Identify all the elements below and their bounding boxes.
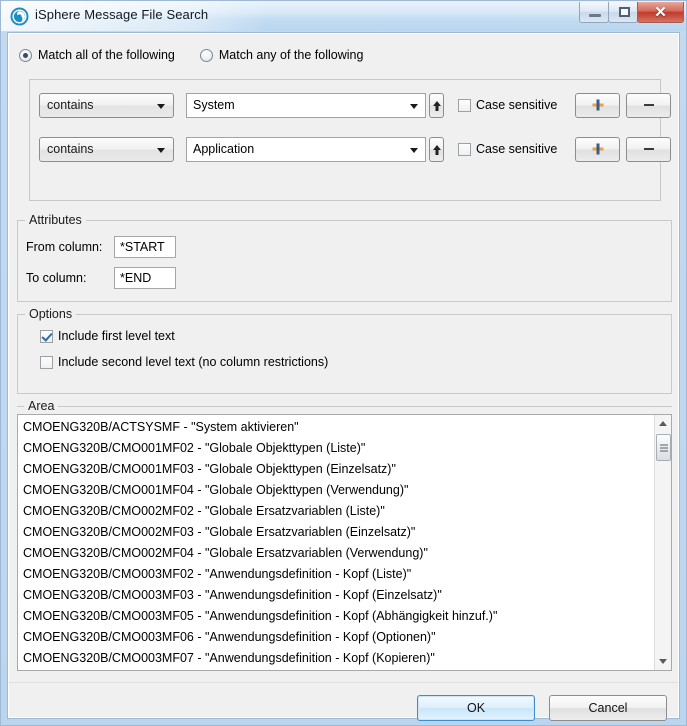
dialog-button-bar: OK Cancel <box>403 695 667 721</box>
criteria-row-1: contains System Case sensitive <box>39 92 672 118</box>
triangle-up-icon <box>659 421 667 426</box>
list-item[interactable]: CMOENG320B/CMO001MF04 - "Globale Objektt… <box>21 480 654 501</box>
include-second-level-text-checkbox-box <box>40 355 53 369</box>
case-sensitive-checkbox-2[interactable]: Case sensitive <box>458 142 557 156</box>
plus-icon <box>592 143 604 155</box>
list-item[interactable]: CMOENG320B/CMO001MF02 - "Globale Objektt… <box>21 438 654 459</box>
caption-button-group: ✕ <box>579 2 684 23</box>
maximize-icon <box>619 7 630 17</box>
scroll-up-button[interactable] <box>655 415 671 432</box>
grip-icon <box>659 444 668 451</box>
title-bar[interactable]: iSphere Message File Search ✕ <box>1 1 686 31</box>
from-column-row: From column: *START <box>26 236 176 258</box>
arrow-up-stem <box>435 105 438 111</box>
radio-match-all[interactable]: Match all of the following <box>19 48 175 62</box>
include-second-level-text-label: Include second level text (no column res… <box>58 355 329 369</box>
criteria-row-2: contains Application Case sensitive <box>39 136 672 162</box>
from-column-value: *START <box>120 240 165 254</box>
to-column-value: *END <box>120 271 152 285</box>
add-criteria-button-1[interactable] <box>575 92 621 118</box>
minus-icon <box>643 104 654 106</box>
list-item[interactable]: CMOENG320B/CMO002MF02 - "Globale Ersatzv… <box>21 501 654 522</box>
radio-match-any-label: Match any of the following <box>218 48 364 62</box>
include-first-level-text-checkbox[interactable]: Include first level text <box>40 329 175 343</box>
list-item[interactable]: CMOENG320B/CMO002MF03 - "Globale Ersatzv… <box>21 522 654 543</box>
to-column-label: To column: <box>26 271 87 285</box>
search-value-combo-2[interactable]: Application <box>186 136 426 162</box>
list-item[interactable]: CMOENG320B/CMO003MF02 - "Anwendungsdefin… <box>21 564 654 585</box>
options-group-legend: Options <box>25 307 77 321</box>
ok-button[interactable]: OK <box>417 695 535 721</box>
add-criteria-button-2[interactable] <box>575 136 621 162</box>
case-sensitive-checkbox-2-box <box>458 142 471 156</box>
option-second-level-row: Include second level text (no column res… <box>26 355 328 369</box>
dialog-client-area: Match all of the following Match any of … <box>8 33 679 721</box>
to-column-input[interactable]: *END <box>114 267 176 289</box>
attributes-group: Attributes From column: *START To column… <box>17 213 672 302</box>
operator-combo-2-value: contains <box>47 141 94 156</box>
list-item[interactable]: CMOENG320B/CMO002MF04 - "Globale Ersatzv… <box>21 543 654 564</box>
minimize-button[interactable] <box>579 2 609 23</box>
close-button[interactable]: ✕ <box>637 2 684 23</box>
area-list-scrollbar[interactable] <box>654 415 671 670</box>
case-sensitive-checkbox-2-label: Case sensitive <box>476 142 558 156</box>
chevron-down-icon <box>410 103 418 109</box>
remove-criteria-button-2[interactable] <box>626 136 672 162</box>
search-value-combo-1[interactable]: System <box>186 92 426 118</box>
insert-variable-button-2[interactable] <box>429 136 444 162</box>
area-group-legend: Area <box>24 399 59 413</box>
operator-combo-2[interactable]: contains <box>39 136 174 162</box>
radio-match-any[interactable]: Match any of the following <box>199 48 364 62</box>
area-list[interactable]: CMOENG320B/ACTSYSMF - "System aktivieren… <box>17 414 672 671</box>
maximize-button[interactable] <box>608 2 638 23</box>
area-list-items: CMOENG320B/ACTSYSMF - "System aktivieren… <box>18 415 654 669</box>
cancel-button[interactable]: Cancel <box>549 695 667 721</box>
triangle-down-icon <box>659 659 667 664</box>
radio-match-all-label: Match all of the following <box>38 48 175 62</box>
arrow-up-stem <box>435 149 438 155</box>
attributes-group-legend: Attributes <box>25 213 86 227</box>
case-sensitive-checkbox-1-label: Case sensitive <box>476 98 558 112</box>
list-item[interactable]: CMOENG320B/CMO003MF06 - "Anwendungsdefin… <box>21 627 654 648</box>
option-first-level-row: Include first level text <box>26 329 175 343</box>
footer-separator <box>9 682 678 683</box>
plus-icon <box>592 99 604 111</box>
isphere-logo-icon <box>10 7 29 26</box>
to-column-row: To column: *END <box>26 267 176 289</box>
insert-variable-button-1[interactable] <box>429 92 444 118</box>
list-item[interactable]: CMOENG320B/ACTSYSMF - "System aktivieren… <box>21 417 654 438</box>
from-column-input[interactable]: *START <box>114 236 176 258</box>
operator-combo-1-value: contains <box>47 97 94 112</box>
include-second-level-text-checkbox[interactable]: Include second level text (no column res… <box>40 355 328 369</box>
remove-criteria-button-1[interactable] <box>626 92 672 118</box>
chevron-down-icon <box>157 147 165 153</box>
list-item[interactable]: CMOENG320B/CMO001MF03 - "Globale Objektt… <box>21 459 654 480</box>
options-group: Options Include first level text Include… <box>17 307 672 394</box>
include-first-level-text-label: Include first level text <box>58 329 175 343</box>
close-icon: ✕ <box>654 4 667 21</box>
minus-icon <box>643 148 654 150</box>
chevron-down-icon <box>157 103 165 109</box>
radio-match-all-indicator <box>19 48 32 62</box>
scrollbar-thumb[interactable] <box>656 434 671 461</box>
case-sensitive-checkbox-1-box <box>458 98 471 112</box>
search-value-combo-2-value: Application <box>193 141 255 156</box>
radio-match-any-indicator <box>199 48 213 62</box>
window-title: iSphere Message File Search <box>35 7 209 22</box>
chevron-down-icon <box>410 147 418 153</box>
scroll-down-button[interactable] <box>655 653 671 670</box>
case-sensitive-checkbox-1[interactable]: Case sensitive <box>458 98 557 112</box>
list-item[interactable]: CMOENG320B/CMO003MF05 - "Anwendungsdefin… <box>21 606 654 627</box>
isphere-message-file-search-window: iSphere Message File Search ✕ Match all … <box>0 0 687 726</box>
list-item[interactable]: CMOENG320B/CMO003MF07 - "Anwendungsdefin… <box>21 648 654 669</box>
include-first-level-text-checkbox-box <box>40 329 53 343</box>
operator-combo-1[interactable]: contains <box>39 92 174 118</box>
match-mode-radio-group: Match all of the following Match any of … <box>19 48 388 62</box>
search-value-combo-1-value: System <box>193 97 235 112</box>
from-column-label: From column: <box>26 240 103 254</box>
search-criteria-group: contains System Case sensitive contains … <box>29 79 672 201</box>
list-item[interactable]: CMOENG320B/CMO003MF03 - "Anwendungsdefin… <box>21 585 654 606</box>
